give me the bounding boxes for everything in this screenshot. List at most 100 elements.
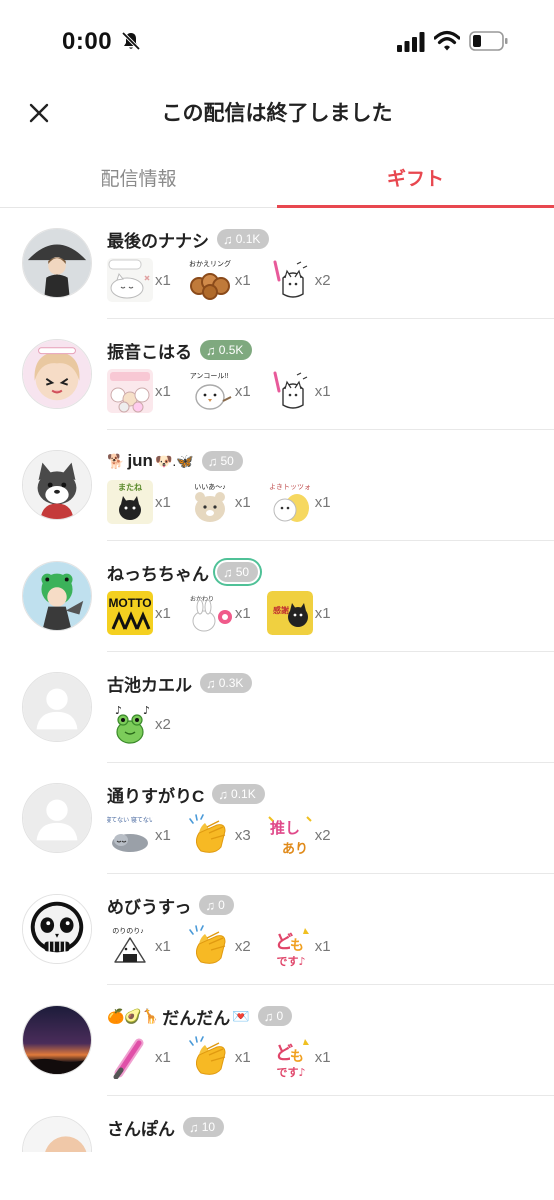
gift-count: x3	[234, 826, 251, 844]
sticker-bear-nice: いいあ〜♪	[186, 480, 233, 524]
name-suffix-emoji: 💌	[232, 1007, 250, 1024]
gift-item: x1	[107, 258, 171, 302]
gift-count: x1	[234, 382, 251, 400]
tab-gifts[interactable]: ギフト	[277, 146, 554, 208]
fan-level-badge: ♫ 0.1K	[217, 229, 270, 249]
fan-level-value: 0	[218, 898, 225, 912]
music-note-icon: ♫	[189, 1119, 199, 1135]
svg-text:です♪: です♪	[276, 1066, 305, 1079]
sticker-frog-music: ♪ ♪	[107, 702, 153, 746]
gift-item: どもです♪ x1	[266, 1035, 331, 1079]
svg-text:です♪: です♪	[276, 955, 305, 968]
gift-list-row: MOTTO x1 おかわり x1 感謝 x1	[107, 591, 347, 635]
svg-text:感謝: 感謝	[273, 605, 289, 615]
avatar[interactable]	[22, 1116, 92, 1152]
gift-list-row: 寝てない 寝てない x1 x3 推し あり x2	[107, 813, 347, 857]
gift-sender-row[interactable]: ねっちちゃん ♫ 50 MOTTO x1 おかわり x1 感謝 x1	[0, 541, 554, 652]
sticker-cat-penlight	[266, 258, 313, 302]
avatar[interactable]	[22, 450, 92, 520]
gift-item: x3	[186, 813, 251, 857]
avatar[interactable]	[22, 561, 92, 631]
gift-sender-row[interactable]: 最後のナナシ ♫ 0.1K x1 おかえリング x1 x2	[0, 208, 554, 319]
svg-text:アンコール!!: アンコール!!	[190, 372, 229, 380]
music-note-icon: ♫	[263, 1008, 274, 1024]
music-note-icon: ♫	[218, 786, 229, 802]
sticker-oshi-text: 推し あり	[266, 813, 313, 857]
gift-list[interactable]: 最後のナナシ ♫ 0.1K x1 おかえリング x1 x2 振音こはる ♫ 0.5K x1 アンコール…	[0, 208, 554, 1152]
gift-count: x1	[314, 1048, 331, 1066]
gift-sender-row[interactable]: めびうすっ ♫ 0 のりのり♪ x1 x2 どもです♪ x1	[0, 874, 554, 985]
tab-stream-info[interactable]: 配信情報	[0, 146, 277, 208]
svg-text:寝てない 寝てない: 寝てない 寝てない	[107, 816, 153, 824]
status-time: 0:00	[62, 28, 113, 55]
gift-count: x2	[234, 937, 251, 955]
gift-list-row: x1 アンコール!! x1 x1	[107, 369, 347, 413]
bell-muted-icon	[121, 31, 141, 51]
gift-list-row: のりのり♪ x1 x2 どもです♪ x1	[107, 924, 347, 968]
gift-sender-row[interactable]: 古池カエル ♫ 0.3K ♪ ♪ x2	[0, 652, 554, 763]
gift-sender-row[interactable]: さんぽん ♫ 10	[0, 1096, 554, 1152]
user-name: めびうすっ	[107, 897, 192, 917]
gift-count: x1	[155, 271, 171, 289]
gift-item: ♪ ♪ x2	[107, 702, 171, 746]
sticker-cat-thanks: 感謝	[266, 591, 313, 635]
clapping-hands-icon	[186, 1035, 233, 1079]
gift-item: いいあ〜♪ x1	[186, 480, 251, 524]
sticker-domo-text: どもです♪	[266, 924, 313, 968]
cellular-signal-icon	[397, 32, 425, 52]
gift-item: MOTTO x1	[107, 591, 171, 635]
sticker-pink-penlight	[107, 1035, 153, 1079]
user-name: ねっちちゃん	[107, 564, 209, 584]
gift-list-row: x1 おかえリング x1 x2	[107, 258, 347, 302]
sticker-bird-encore: アンコール!!	[186, 369, 233, 413]
gift-item: x1	[107, 1035, 171, 1079]
fan-level-value: 10	[201, 1120, 216, 1134]
svg-text:MOTTO: MOTTO	[108, 596, 151, 610]
avatar[interactable]	[22, 228, 92, 298]
avatar[interactable]	[22, 894, 92, 964]
avatar[interactable]	[22, 672, 92, 742]
clapping-hands-icon	[186, 924, 233, 968]
name-prefix-emoji: 🐕	[107, 452, 125, 469]
user-name: 振音こはる	[107, 342, 192, 362]
svg-text:推し: 推し	[270, 819, 300, 837]
fan-level-badge: ♫ 0.1K	[212, 784, 265, 804]
wifi-icon	[434, 30, 460, 51]
gift-item: x1	[266, 369, 331, 413]
gift-count: x2	[314, 826, 331, 844]
name-prefix-emoji: 🍊🥑🦒	[107, 1007, 160, 1024]
gift-sender-row[interactable]: 通りすがりC ♫ 0.1K 寝てない 寝てない x1 x3 推し あり x2	[0, 763, 554, 874]
gift-sender-row[interactable]: 🐕 jun 🐶.🦋 ♫ 50 またね x1 いいあ〜♪ x1 よきトッツォ x1	[0, 430, 554, 541]
gift-count: x1	[314, 937, 331, 955]
gift-item: 感謝 x1	[266, 591, 331, 635]
gift-list-row: x1 x1 どもです♪ x1	[107, 1035, 347, 1079]
svg-text:も: も	[290, 1049, 304, 1065]
gift-count: x1	[155, 382, 171, 400]
user-name: だんだん	[162, 1008, 231, 1028]
music-note-icon: ♫	[206, 342, 216, 358]
gift-sender-row[interactable]: 振音こはる ♫ 0.5K x1 アンコール!! x1 x1	[0, 319, 554, 430]
sticker-bunny-more: おかわり	[186, 591, 233, 635]
fan-level-badge: ♫ 0.5K	[200, 340, 253, 360]
name-line: 最後のナナシ ♫ 0.1K	[107, 226, 270, 252]
fan-level-value: 50	[220, 454, 234, 468]
user-name: 通りすがりC	[107, 786, 205, 806]
svg-text:♪: ♪	[143, 704, 150, 717]
gift-count: x1	[234, 1048, 251, 1066]
fan-level-value: 0.1K	[235, 232, 261, 246]
name-line: 通りすがりC ♫ 0.1K	[107, 781, 265, 807]
gift-count: x1	[155, 937, 171, 955]
avatar[interactable]	[22, 783, 92, 853]
music-note-icon: ♫	[223, 564, 233, 580]
gift-item: 寝てない 寝てない x1	[107, 813, 171, 857]
fan-level-badge: ♫ 50	[217, 562, 259, 582]
avatar[interactable]	[22, 339, 92, 409]
clapping-hands-icon	[186, 813, 233, 857]
sticker-cat-penlight	[266, 369, 313, 413]
avatar[interactable]	[22, 1005, 92, 1075]
gift-item: x1	[186, 1035, 251, 1079]
battery-icon	[469, 31, 508, 51]
name-suffix-emoji: 🐶.🦋	[154, 452, 194, 469]
gift-sender-row[interactable]: 🍊🥑🦒 だんだん 💌 ♫ 0 x1 x1 どもです♪ x1	[0, 985, 554, 1096]
gift-item: おかえリング x1	[186, 258, 251, 302]
